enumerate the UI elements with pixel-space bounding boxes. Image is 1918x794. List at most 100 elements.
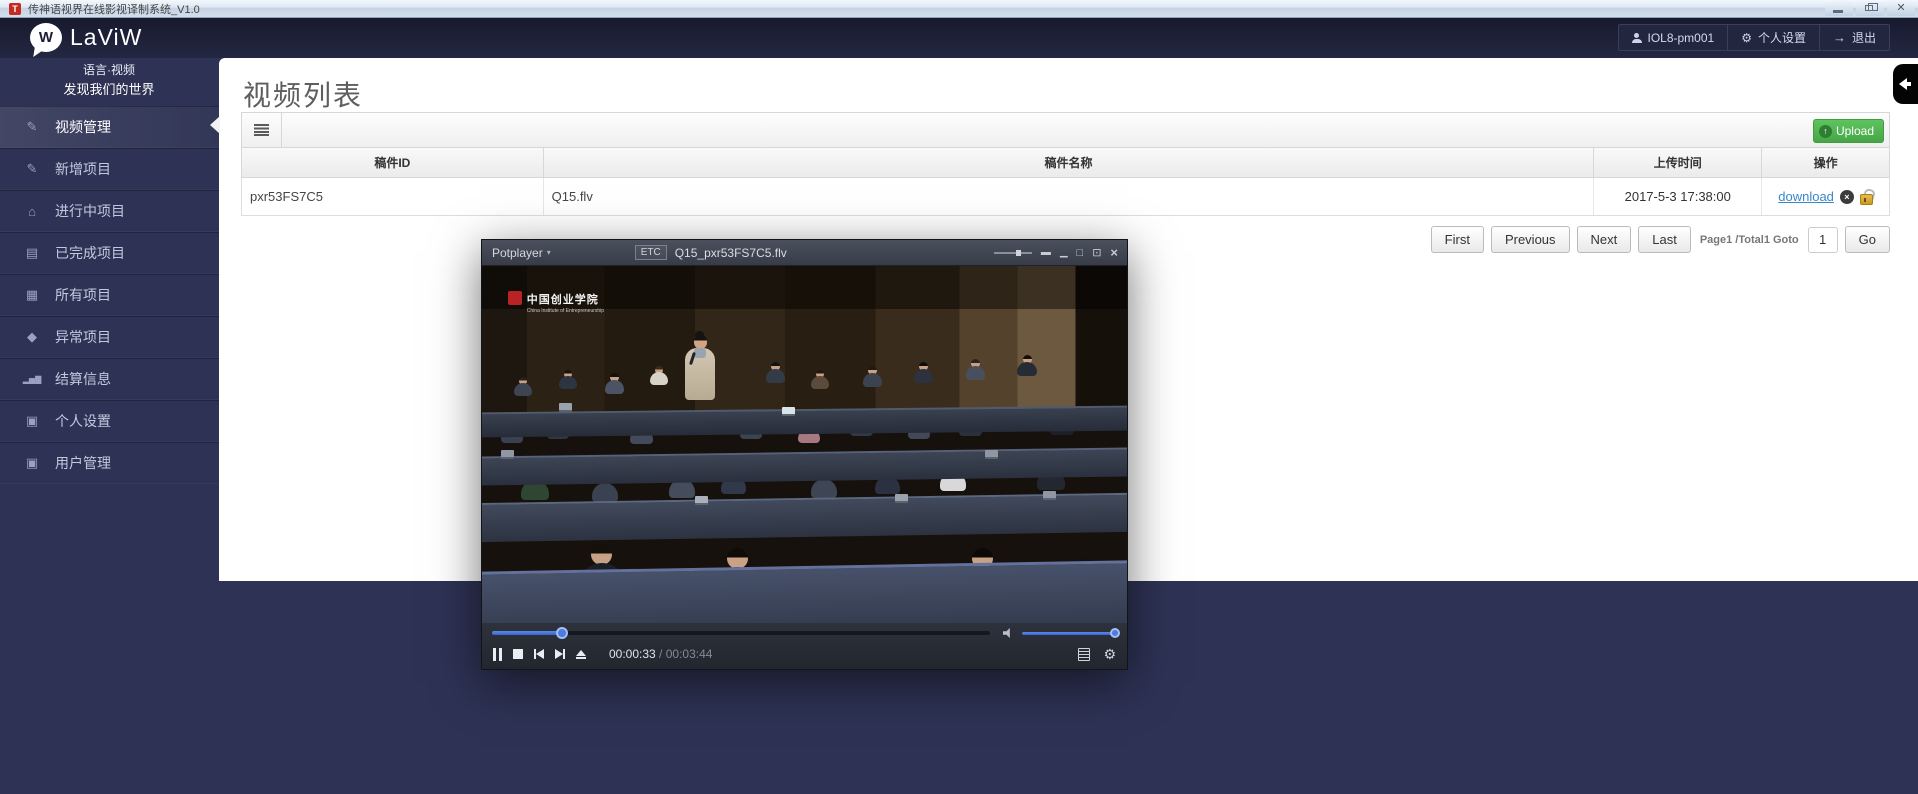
current-time: 00:00:33 — [609, 647, 656, 661]
volume-thumb[interactable] — [1110, 628, 1120, 638]
drop-icon: ◆ — [22, 329, 42, 345]
video-watermark: 中国创业学院 China Institute of Entrepreneursh… — [508, 291, 604, 314]
video-viewport[interactable]: 中国创业学院 China Institute of Entrepreneursh… — [482, 266, 1127, 623]
header-file-name: 稿件名称 — [543, 148, 1594, 177]
stop-button[interactable] — [513, 649, 523, 659]
columns-menu-button[interactable] — [242, 113, 282, 147]
personal-settings-button[interactable]: ⚙ 个人设置 — [1727, 25, 1819, 50]
total-time: 00:03:44 — [666, 647, 713, 661]
player-codec-badge: ETC — [635, 245, 667, 260]
desk-tier — [482, 560, 1127, 623]
person-icon — [1632, 33, 1642, 43]
player-titlebar[interactable]: Potplayer ▾ ETC Q15_pxr53FS7C5.flv ▬ ▁ □… — [482, 240, 1127, 266]
cell-file-id: pxr53FS7C5 — [242, 178, 543, 215]
cell-upload-time: 2017-5-3 17:38:00 — [1593, 178, 1761, 215]
player-maximize-icon[interactable]: □ — [1077, 248, 1084, 258]
settings-label: 个人设置 — [1758, 29, 1806, 46]
pencil-icon: ✎ — [22, 161, 42, 177]
page-info: Page1 /Total1 Goto — [1700, 234, 1799, 246]
brand-logo: W LaViW 语言·视频 发现我们的世界 — [30, 23, 188, 98]
speaker-figure — [683, 334, 717, 400]
chevron-down-icon: ▾ — [547, 248, 551, 257]
header-file-id: 稿件ID — [242, 148, 543, 177]
player-app-name[interactable]: Potplayer — [492, 246, 543, 260]
window-title: 传神语视界在线影视译制系统_V1.0 — [28, 1, 200, 17]
window-app-icon: T — [9, 3, 21, 15]
speaker-icon[interactable] — [1003, 628, 1014, 638]
playlist-icon[interactable] — [1078, 648, 1090, 661]
playback-time: 00:00:33 / 00:03:44 — [609, 647, 712, 661]
logout-arrow-icon: → — [1833, 30, 1846, 45]
pause-button[interactable] — [493, 648, 502, 661]
last-page-button[interactable]: Last — [1638, 226, 1691, 253]
download-link[interactable]: download — [1778, 189, 1834, 204]
player-minimize-icon[interactable]: ▁ — [1060, 248, 1068, 258]
player-close-icon[interactable]: × — [1110, 248, 1118, 258]
gear-icon: ⚙ — [1741, 31, 1752, 45]
opacity-slider[interactable] — [994, 252, 1032, 254]
sidebar-item-personal-settings[interactable]: ▣ 个人设置 — [0, 400, 219, 442]
window-minimize-button[interactable] — [1825, 1, 1853, 16]
window-close-button[interactable]: ✕ — [1887, 1, 1915, 16]
sidebar-item-video-management[interactable]: ✎ 视频管理 — [0, 106, 219, 148]
volume-level — [1022, 632, 1118, 635]
next-page-button[interactable]: Next — [1577, 226, 1632, 253]
header-upload-time: 上传时间 — [1593, 148, 1761, 177]
first-page-button[interactable]: First — [1431, 226, 1484, 253]
brand-tagline-2: 发现我们的世界 — [30, 79, 188, 98]
username: IOL8-pm001 — [1648, 31, 1715, 45]
previous-track-button[interactable] — [534, 649, 544, 659]
watermark-logo-icon — [508, 291, 522, 305]
home-icon: ⌂ — [22, 204, 42, 219]
goto-page-input[interactable] — [1808, 227, 1838, 253]
open-file-button[interactable] — [576, 650, 586, 659]
sidebar-item-in-progress[interactable]: ⌂ 进行中项目 — [0, 190, 219, 232]
player-fullscreen-icon[interactable]: ⊡ — [1092, 248, 1101, 258]
cell-file-name: Q15.flv — [543, 178, 1594, 215]
table-row: pxr53FS7C5 Q15.flv 2017-5-3 17:38:00 dow… — [241, 178, 1890, 216]
player-controls: 00:00:33 / 00:03:44 ⚙ — [482, 621, 1127, 669]
window-restore-button[interactable] — [1856, 1, 1884, 16]
restore-icon — [1865, 5, 1873, 11]
seek-thumb[interactable] — [556, 627, 568, 639]
pagination: First Previous Next Last Page1 /Total1 G… — [1431, 226, 1890, 253]
header-user-controls: IOL8-pm001 ⚙ 个人设置 → 退出 — [1618, 24, 1891, 51]
sidebar-menu: ✎ 视频管理 ✎ 新增项目 ⌂ 进行中项目 ▤ 已完成项目 ▦ 所有项目 ◆ 异… — [0, 106, 219, 484]
page-title: 视频列表 — [243, 74, 363, 114]
hamburger-icon — [254, 124, 269, 136]
header-actions: 操作 — [1761, 148, 1889, 177]
volume-bar[interactable] — [1022, 632, 1118, 635]
user-box-icon: ▣ — [22, 455, 42, 471]
logout-button[interactable]: → 退出 — [1819, 25, 1889, 50]
list-icon: ▤ — [22, 245, 42, 261]
always-on-top-icon[interactable]: ▬ — [1041, 248, 1051, 258]
unlock-icon[interactable] — [1860, 189, 1873, 205]
sidebar-item-new-project[interactable]: ✎ 新增项目 — [0, 148, 219, 190]
sidebar-item-user-management[interactable]: ▣ 用户管理 — [0, 442, 219, 484]
next-track-button[interactable] — [555, 649, 565, 659]
watermark-subtext: China Institute of Entrepreneurship — [527, 308, 604, 314]
previous-page-button[interactable]: Previous — [1491, 226, 1570, 253]
sidebar-item-settlement[interactable]: ▂▅▇ 结算信息 — [0, 358, 219, 400]
user-badge[interactable]: IOL8-pm001 — [1619, 25, 1728, 50]
upload-button[interactable]: ↑ Upload — [1813, 119, 1884, 143]
grid-icon: ▦ — [22, 287, 42, 303]
seek-bar[interactable] — [492, 631, 990, 635]
upload-label: Upload — [1836, 124, 1874, 138]
sidebar-item-completed[interactable]: ▤ 已完成项目 — [0, 232, 219, 274]
video-table: ↑ Upload 稿件ID 稿件名称 上传时间 操作 pxr53FS7C5 Q1… — [241, 112, 1890, 216]
sidebar-item-abnormal[interactable]: ◆ 异常项目 — [0, 316, 219, 358]
pencil-icon: ✎ — [22, 119, 42, 135]
upload-arrow-icon: ↑ — [1819, 125, 1832, 138]
go-button[interactable]: Go — [1845, 226, 1890, 253]
left-arrow-icon — [1899, 78, 1907, 90]
potplayer-window: Potplayer ▾ ETC Q15_pxr53FS7C5.flv ▬ ▁ □… — [481, 239, 1128, 670]
delete-icon[interactable]: × — [1840, 190, 1854, 204]
sidebar-item-all-projects[interactable]: ▦ 所有项目 — [0, 274, 219, 316]
user-box-icon: ▣ — [22, 413, 42, 429]
collapse-panel-tab[interactable] — [1893, 64, 1918, 104]
player-settings-icon[interactable]: ⚙ — [1103, 647, 1116, 661]
table-header-row: 稿件ID 稿件名称 上传时间 操作 — [241, 148, 1890, 178]
logo-bubble-icon: W — [30, 23, 62, 52]
close-icon: ✕ — [1887, 1, 1915, 16]
